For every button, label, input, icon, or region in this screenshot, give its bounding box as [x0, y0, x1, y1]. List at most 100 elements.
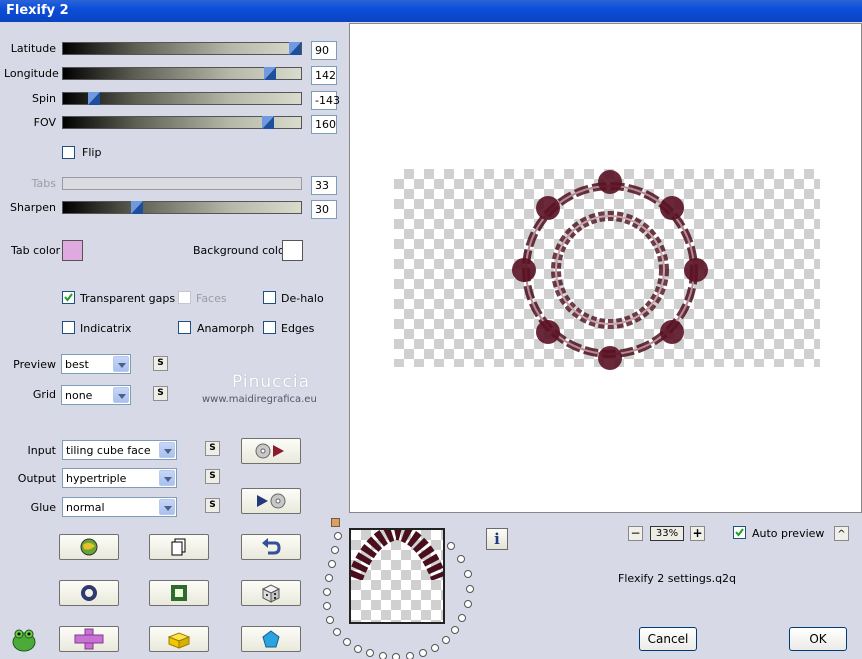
grid-label: Grid: [32, 388, 56, 401]
play-output-button[interactable]: [241, 488, 301, 514]
random-dice-button[interactable]: [241, 580, 301, 606]
indicatrix-checkbox[interactable]: [62, 321, 75, 334]
zoom-out-button[interactable]: −: [628, 526, 643, 541]
longitude-label: Longitude: [4, 67, 59, 80]
brick-icon: [167, 632, 191, 649]
anamorph-label: Anamorph: [197, 322, 255, 335]
grid-select[interactable]: none: [61, 385, 131, 405]
spin-slider[interactable]: [62, 92, 302, 105]
fov-slider[interactable]: [62, 116, 302, 129]
grid-select-value: none: [65, 389, 93, 402]
info-button[interactable]: i: [486, 528, 508, 550]
chevron-down-icon: [113, 356, 129, 372]
transparent-gaps-checkbox[interactable]: [62, 291, 75, 304]
main-preview-canvas[interactable]: [349, 23, 862, 513]
tabs-value: 33: [311, 176, 337, 195]
input-select-value: tiling cube face: [66, 444, 151, 457]
window-title: Flexify 2: [0, 0, 862, 22]
longitude-slider[interactable]: [62, 67, 302, 80]
faces-label: Faces: [196, 292, 227, 305]
glue-select-value: normal: [66, 501, 105, 514]
pink-cross-icon: [74, 628, 104, 650]
chevron-down-icon: [113, 387, 129, 403]
flip-checkbox[interactable]: [62, 146, 75, 159]
fov-thumb[interactable]: [262, 116, 274, 129]
play-input-button[interactable]: [241, 438, 301, 464]
tabs-slider: [62, 177, 302, 190]
background-color-label: Background color: [193, 244, 290, 257]
edges-checkbox[interactable]: [263, 321, 276, 334]
settings-filename: Flexify 2 settings.q2q: [618, 572, 737, 585]
spin-value[interactable]: -143: [311, 91, 340, 110]
latitude-label: Latitude: [10, 42, 56, 55]
undo-button[interactable]: [241, 534, 301, 560]
circle-button[interactable]: [59, 580, 119, 606]
check-icon: [735, 528, 744, 537]
sharpen-slider[interactable]: [62, 201, 302, 214]
spin-thumb[interactable]: [88, 92, 100, 105]
background-color-swatch[interactable]: [282, 240, 303, 261]
preview-label: Preview: [13, 358, 56, 371]
cross-button[interactable]: [59, 626, 119, 652]
longitude-value[interactable]: 142: [311, 66, 337, 85]
output-select[interactable]: hypertriple: [62, 468, 177, 488]
latitude-value[interactable]: 90: [311, 41, 337, 60]
input-select[interactable]: tiling cube face: [62, 440, 177, 460]
anamorph-checkbox[interactable]: [178, 321, 191, 334]
flip-label: Flip: [82, 146, 102, 159]
grid-s-button[interactable]: S: [153, 386, 168, 401]
zoom-in-button[interactable]: +: [690, 526, 705, 541]
transparent-gaps-label: Transparent gaps: [80, 292, 176, 305]
navigator-corner-handle[interactable]: [331, 518, 340, 527]
disc-play-icon: [255, 443, 284, 459]
glue-label: Glue: [30, 501, 56, 514]
de-halo-checkbox[interactable]: [263, 291, 276, 304]
glue-s-button[interactable]: S: [205, 498, 220, 513]
copy-button[interactable]: [149, 534, 209, 560]
cancel-button[interactable]: Cancel: [639, 627, 697, 651]
rotation-dot-ring[interactable]: [318, 528, 480, 659]
indicatrix-label: Indicatrix: [80, 322, 132, 335]
auto-preview-label: Auto preview: [752, 527, 825, 540]
preview-select[interactable]: best: [61, 354, 131, 374]
ok-button[interactable]: OK: [789, 627, 847, 651]
watermark-name: Pinuccia: [232, 372, 310, 392]
ring-icon: [81, 585, 97, 601]
tab-color-label: Tab color: [11, 244, 61, 257]
sharpen-label: Sharpen: [10, 201, 56, 214]
output-select-value: hypertriple: [66, 472, 127, 485]
collapse-button[interactable]: ^: [834, 526, 849, 541]
fov-value[interactable]: 160: [311, 115, 337, 134]
preview-select-value: best: [65, 358, 89, 371]
sharpen-thumb[interactable]: [131, 201, 143, 214]
frog-logo-icon: [10, 626, 38, 657]
fov-label: FOV: [33, 116, 56, 129]
de-halo-label: De-halo: [281, 292, 324, 305]
chevron-down-icon: [159, 442, 175, 458]
edges-label: Edges: [281, 322, 315, 335]
tab-color-swatch[interactable]: [62, 240, 83, 261]
lego-button[interactable]: [149, 626, 209, 652]
globe-icon: [80, 538, 98, 556]
chevron-down-icon: [159, 470, 175, 486]
dice-icon: [261, 584, 281, 603]
zoom-value[interactable]: 33%: [650, 526, 684, 541]
document-icon: [171, 538, 186, 556]
input-s-button[interactable]: S: [205, 441, 220, 456]
play-disc-icon: [257, 493, 286, 509]
tabs-label: Tabs: [31, 177, 56, 190]
longitude-thumb[interactable]: [264, 67, 276, 80]
square-frame-icon: [171, 585, 187, 601]
latitude-thumb[interactable]: [289, 42, 301, 55]
glue-select[interactable]: normal: [62, 497, 177, 517]
latitude-slider[interactable]: [62, 42, 302, 55]
sharpen-value[interactable]: 30: [311, 200, 337, 219]
watermark-site: www.maidiregrafica.eu: [202, 394, 317, 405]
pentagon-button[interactable]: [241, 626, 301, 652]
undo-icon: [262, 538, 281, 555]
randomize-button[interactable]: [59, 534, 119, 560]
output-s-button[interactable]: S: [205, 469, 220, 484]
auto-preview-checkbox[interactable]: [733, 526, 746, 539]
preview-s-button[interactable]: S: [153, 356, 168, 371]
frame-button[interactable]: [149, 580, 209, 606]
